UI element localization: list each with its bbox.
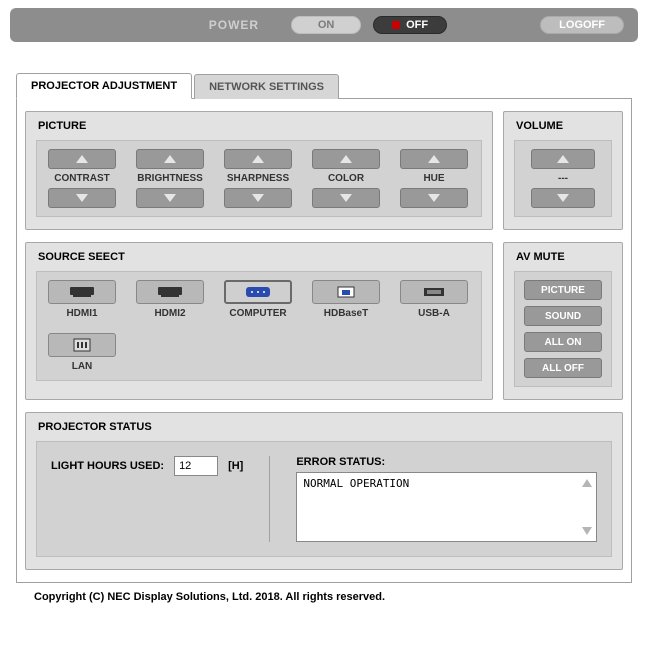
light-hours-unit: [H] [228, 456, 243, 472]
picture-control-brightness: BRIGHTNESS [133, 149, 207, 208]
picture-title: PICTURE [36, 118, 482, 140]
source-hdmi2: HDMI2 [133, 280, 207, 319]
hdmi-icon [69, 286, 95, 298]
status-title: PROJECTOR STATUS [36, 419, 612, 441]
triangle-up-icon [428, 155, 440, 163]
brightness-down-button[interactable] [136, 188, 204, 208]
copyright-text: Copyright (C) NEC Display Solutions, Ltd… [0, 583, 648, 615]
top-toolbar: POWER ON OFF LOGOFF [10, 8, 638, 42]
triangle-down-icon [164, 194, 176, 202]
avmute-picture-button[interactable]: PICTURE [524, 280, 602, 300]
av-mute-panel: AV MUTE PICTURE SOUND ALL ON ALL OFF [503, 242, 623, 400]
picture-control-color: COLOR [309, 149, 383, 208]
source-hdmi2-button[interactable] [136, 280, 204, 304]
source-select-panel: SOURCE SEECT HDMI1 HDMI2 COMPUTER HDBaseT US… [25, 242, 493, 400]
hue-label: HUE [423, 173, 444, 184]
power-off-label: OFF [406, 19, 428, 31]
triangle-up-icon [164, 155, 176, 163]
error-status-text: NORMAL OPERATION [303, 477, 409, 490]
power-off-indicator-icon [392, 21, 400, 29]
contrast-down-button[interactable] [48, 188, 116, 208]
power-on-button[interactable]: ON [291, 16, 361, 34]
projector-status-panel: PROJECTOR STATUS LIGHT HOURS USED: [H] E… [25, 412, 623, 570]
volume-title: VOLUME [514, 118, 612, 140]
source-usb-a-label: USB-A [418, 308, 450, 319]
contrast-up-button[interactable] [48, 149, 116, 169]
usb-icon [421, 286, 447, 298]
triangle-down-icon [340, 194, 352, 202]
status-divider [269, 456, 270, 542]
error-status-label: ERROR STATUS: [296, 456, 597, 468]
triangle-down-icon [428, 194, 440, 202]
source-computer-button[interactable] [224, 280, 292, 304]
triangle-down-icon [557, 194, 569, 202]
volume-down-button[interactable] [531, 188, 595, 208]
scroll-down-icon[interactable] [582, 527, 592, 535]
triangle-up-icon [557, 155, 569, 163]
source-lan: LAN [45, 333, 119, 372]
brightness-label: BRIGHTNESS [137, 173, 203, 184]
hdmi-icon [157, 286, 183, 298]
volume-up-button[interactable] [531, 149, 595, 169]
hue-up-button[interactable] [400, 149, 468, 169]
light-hours-label: LIGHT HOURS USED: [51, 456, 164, 472]
source-usb-a-button[interactable] [400, 280, 468, 304]
source-hdbaset: HDBaseT [309, 280, 383, 319]
lan-icon [73, 338, 91, 352]
tab-bar: PROJECTOR ADJUSTMENT NETWORK SETTINGS [16, 72, 632, 99]
avmute-all-on-button[interactable]: ALL ON [524, 332, 602, 352]
power-label: POWER [209, 18, 259, 32]
volume-panel: VOLUME --- [503, 111, 623, 230]
triangle-up-icon [252, 155, 264, 163]
picture-control-sharpness: SHARPNESS [221, 149, 295, 208]
source-computer-label: COMPUTER [229, 308, 286, 319]
color-label: COLOR [328, 173, 364, 184]
source-hdmi1: HDMI1 [45, 280, 119, 319]
source-hdmi1-button[interactable] [48, 280, 116, 304]
triangle-up-icon [76, 155, 88, 163]
source-lan-button[interactable] [48, 333, 116, 357]
color-down-button[interactable] [312, 188, 380, 208]
logoff-button[interactable]: LOGOFF [540, 16, 624, 34]
contrast-label: CONTRAST [54, 173, 110, 184]
av-mute-title: AV MUTE [514, 249, 612, 271]
avmute-all-off-button[interactable]: ALL OFF [524, 358, 602, 378]
light-hours-field[interactable] [174, 456, 218, 476]
brightness-up-button[interactable] [136, 149, 204, 169]
source-hdbaset-label: HDBaseT [324, 308, 368, 319]
power-off-button[interactable]: OFF [373, 16, 447, 34]
sharpness-label: SHARPNESS [227, 173, 289, 184]
triangle-down-icon [252, 194, 264, 202]
volume-value: --- [558, 173, 568, 184]
triangle-down-icon [76, 194, 88, 202]
sharpness-up-button[interactable] [224, 149, 292, 169]
source-computer: COMPUTER [221, 280, 295, 319]
hue-down-button[interactable] [400, 188, 468, 208]
scroll-up-icon[interactable] [582, 479, 592, 487]
source-lan-label: LAN [72, 361, 93, 372]
picture-panel: PICTURE CONTRAST BRIGHTNESS SHARPNESS COLOR… [25, 111, 493, 230]
picture-control-contrast: CONTRAST [45, 149, 119, 208]
content-area: PICTURE CONTRAST BRIGHTNESS SHARPNESS COLOR… [16, 99, 632, 583]
avmute-sound-button[interactable]: SOUND [524, 306, 602, 326]
hdbaset-icon [336, 285, 356, 299]
source-hdmi1-label: HDMI1 [66, 308, 97, 319]
triangle-up-icon [340, 155, 352, 163]
source-title: SOURCE SEECT [36, 249, 482, 271]
tab-network-settings[interactable]: NETWORK SETTINGS [194, 74, 339, 99]
tab-projector-adjustment[interactable]: PROJECTOR ADJUSTMENT [16, 73, 192, 99]
sharpness-down-button[interactable] [224, 188, 292, 208]
source-hdbaset-button[interactable] [312, 280, 380, 304]
color-up-button[interactable] [312, 149, 380, 169]
error-status-box: NORMAL OPERATION [296, 472, 597, 542]
source-usb-a: USB-A [397, 280, 471, 319]
picture-control-hue: HUE [397, 149, 471, 208]
source-hdmi2-label: HDMI2 [154, 308, 185, 319]
vga-icon [245, 286, 271, 298]
